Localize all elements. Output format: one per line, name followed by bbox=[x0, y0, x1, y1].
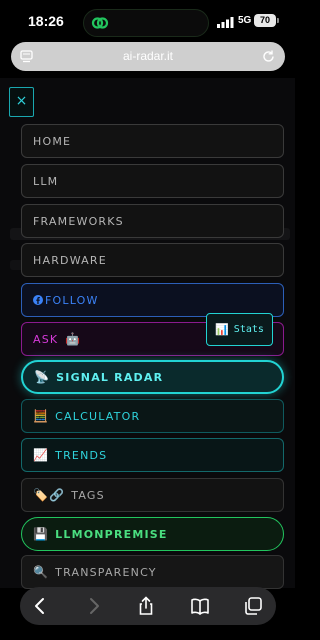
tag-link-icon: 🏷️🔗 bbox=[33, 488, 66, 502]
nav-item-label: TAGS bbox=[71, 488, 105, 502]
nav-item-calculator[interactable]: 🧮 CALCULATOR bbox=[21, 399, 284, 433]
nav-item-label: HARDWARE bbox=[33, 253, 107, 267]
status-bar: 18:26 5G 70 bbox=[0, 0, 295, 44]
url-text: ai-radar.it bbox=[122, 49, 174, 63]
stats-label: Stats bbox=[233, 324, 264, 335]
back-icon[interactable] bbox=[30, 596, 50, 616]
stats-button[interactable]: 📊 Stats bbox=[206, 313, 273, 346]
nav-item-label: LLMONPREMISE bbox=[55, 527, 168, 541]
floppy-disk-icon: 💾 bbox=[33, 527, 50, 541]
magnifier-icon: 🔍 bbox=[33, 565, 50, 579]
satellite-dish-icon: 📡 bbox=[34, 370, 51, 384]
forward-icon[interactable] bbox=[84, 596, 104, 616]
browser-toolbar bbox=[20, 587, 276, 625]
abacus-icon: 🧮 bbox=[33, 409, 50, 423]
address-bar[interactable]: ai-radar.it bbox=[11, 42, 285, 71]
network-type: 5G bbox=[238, 15, 252, 26]
nav-item-label: ASK bbox=[33, 332, 59, 346]
reload-icon[interactable] bbox=[261, 49, 276, 64]
close-menu-button[interactable]: × bbox=[9, 87, 34, 117]
nav-item-llmonpremise[interactable]: 💾 LLMONPREMISE bbox=[21, 517, 284, 551]
link-chain-icon bbox=[91, 17, 109, 29]
nav-item-transparency[interactable]: 🔍 TRANSPARENCY bbox=[21, 555, 284, 589]
robot-icon: 🤖 bbox=[65, 332, 82, 346]
nav-item-llm[interactable]: LLM bbox=[21, 164, 284, 198]
tabs-icon[interactable] bbox=[243, 596, 263, 616]
nav-item-tags[interactable]: 🏷️🔗 TAGS bbox=[21, 478, 284, 512]
nav-item-label: TRENDS bbox=[55, 448, 108, 462]
share-icon[interactable] bbox=[136, 596, 156, 616]
nav-item-label: TRANSPARENCY bbox=[55, 565, 157, 579]
cellular-signal-icon bbox=[217, 17, 234, 28]
nav-item-label: LLM bbox=[33, 174, 59, 188]
nav-item-signal-radar[interactable]: 📡 SIGNAL RADAR bbox=[21, 360, 284, 394]
nav-item-label: CALCULATOR bbox=[55, 409, 141, 423]
nav-item-label: HOME bbox=[33, 134, 72, 148]
nav-item-label: FOLLOW bbox=[45, 293, 99, 307]
nav-item-follow[interactable]: FOLLOW bbox=[21, 283, 284, 317]
nav-item-frameworks[interactable]: FRAMEWORKS bbox=[21, 204, 284, 238]
nav-item-trends[interactable]: 📈 TRENDS bbox=[21, 438, 284, 472]
status-time: 18:26 bbox=[28, 13, 64, 29]
nav-item-home[interactable]: HOME bbox=[21, 124, 284, 158]
bar-chart-icon: 📊 bbox=[215, 323, 229, 336]
nav-item-label: FRAMEWORKS bbox=[33, 214, 124, 228]
battery-indicator: 70 bbox=[254, 14, 279, 27]
bookmarks-icon[interactable] bbox=[190, 596, 210, 616]
chart-increasing-icon: 📈 bbox=[33, 448, 50, 462]
dynamic-island bbox=[83, 9, 209, 37]
nav-item-hardware[interactable]: HARDWARE bbox=[21, 243, 284, 277]
nav-item-label: SIGNAL RADAR bbox=[56, 370, 164, 384]
facebook-icon bbox=[33, 295, 43, 305]
